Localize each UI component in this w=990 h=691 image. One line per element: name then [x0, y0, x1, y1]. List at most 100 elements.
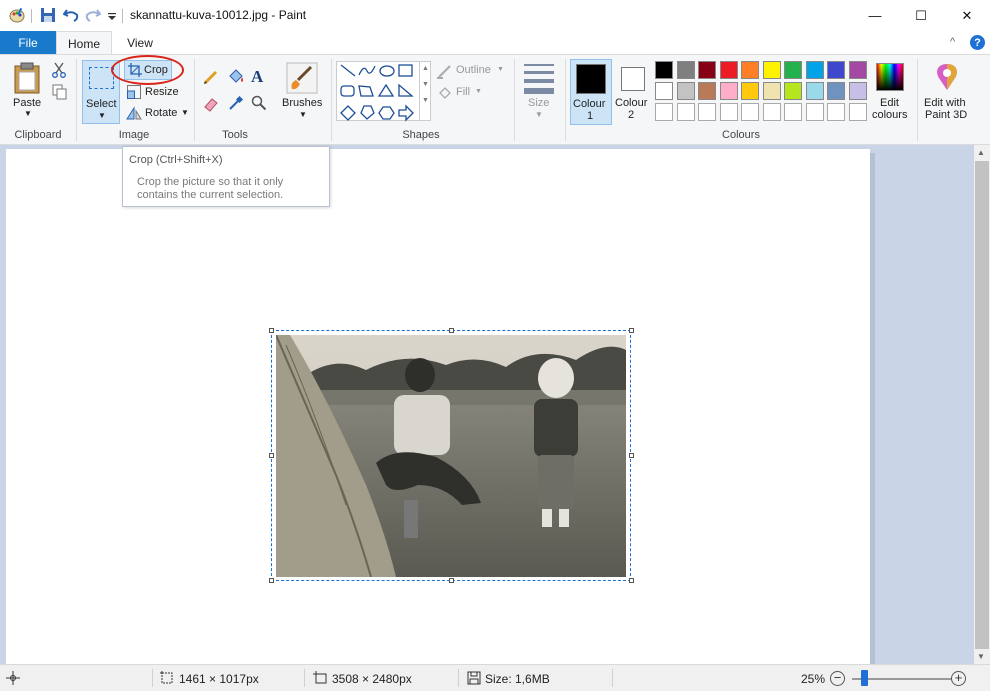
- selection-handle[interactable]: [629, 453, 634, 458]
- cursor-position-icon: [6, 671, 20, 685]
- colour-swatch[interactable]: [805, 61, 824, 79]
- selection-rectangle[interactable]: [271, 330, 631, 581]
- collapse-ribbon-icon[interactable]: ^: [950, 36, 955, 48]
- shapes-scroll[interactable]: ▲ ▼ ▼: [419, 61, 431, 121]
- colour2-button[interactable]: Colour 2: [613, 59, 653, 125]
- colour1-button[interactable]: Colour 1: [570, 59, 612, 125]
- tab-home[interactable]: Home: [56, 31, 112, 55]
- colour-swatch[interactable]: [827, 61, 845, 79]
- save-icon[interactable]: [40, 7, 56, 23]
- selection-handle[interactable]: [449, 578, 454, 583]
- colour-swatch[interactable]: [741, 61, 759, 79]
- colour-swatch[interactable]: [827, 82, 845, 100]
- divider: [612, 669, 613, 687]
- fill-bucket-icon[interactable]: [227, 68, 245, 86]
- selection-handle[interactable]: [269, 453, 274, 458]
- edit-colours-label-2: colours: [872, 109, 908, 121]
- brushes-button[interactable]: Brushes ▼: [278, 60, 328, 122]
- colour-swatch[interactable]: [762, 61, 781, 79]
- colour-swatch[interactable]: [805, 82, 824, 100]
- custom-colour-slot[interactable]: [762, 103, 781, 121]
- colour-swatch[interactable]: [784, 61, 802, 79]
- selection-handle[interactable]: [629, 578, 634, 583]
- text-tool-icon[interactable]: A: [251, 67, 263, 87]
- size-button[interactable]: Size ▼: [520, 60, 558, 124]
- eraser-icon[interactable]: [203, 96, 219, 112]
- pencil-icon[interactable]: [203, 69, 219, 85]
- fill-label[interactable]: Fill: [456, 86, 470, 98]
- cut-icon[interactable]: [52, 62, 68, 78]
- zoom-out-icon[interactable]: −: [830, 671, 845, 686]
- tab-view[interactable]: View: [115, 31, 165, 55]
- selection-handle[interactable]: [269, 578, 274, 583]
- rotate-button[interactable]: Rotate ▼: [126, 105, 190, 123]
- colour-swatch[interactable]: [719, 61, 738, 79]
- paste-label: Paste: [13, 97, 42, 109]
- close-button[interactable]: ✕: [944, 0, 990, 31]
- custom-colour-slot[interactable]: [827, 103, 845, 121]
- fill-icon[interactable]: [437, 85, 453, 101]
- select-label: Select: [86, 98, 117, 110]
- custom-colour-slot[interactable]: [676, 103, 695, 121]
- paint-app-icon[interactable]: [8, 7, 25, 23]
- colour-swatch[interactable]: [655, 82, 673, 100]
- undo-icon[interactable]: [62, 7, 79, 23]
- scroll-down-icon[interactable]: ▼: [977, 652, 985, 661]
- rotate-icon: [126, 106, 142, 120]
- colour-swatch[interactable]: [676, 61, 695, 79]
- custom-colour-slot[interactable]: [698, 103, 716, 121]
- help-icon[interactable]: ?: [970, 35, 985, 50]
- zoom-in-icon[interactable]: +: [951, 671, 966, 686]
- selection-handle[interactable]: [269, 328, 274, 333]
- redo-icon[interactable]: [85, 7, 102, 23]
- divider: [458, 669, 459, 687]
- colour2-swatch: [621, 67, 645, 91]
- minimize-button[interactable]: —: [852, 0, 898, 31]
- resize-icon: [127, 85, 141, 99]
- magnifier-icon[interactable]: [251, 95, 267, 111]
- divider: [194, 59, 195, 141]
- selection-handle[interactable]: [629, 328, 634, 333]
- colour-spectrum-icon: [876, 63, 904, 91]
- colour-swatch[interactable]: [719, 82, 738, 100]
- selection-handle[interactable]: [449, 328, 454, 333]
- maximize-button[interactable]: ☐: [898, 0, 944, 31]
- colour-swatch[interactable]: [848, 61, 867, 79]
- copy-icon[interactable]: [52, 84, 68, 100]
- paste-button[interactable]: Paste ▼: [10, 60, 46, 118]
- image-size-icon: [313, 671, 327, 685]
- outline-label[interactable]: Outline: [456, 64, 491, 76]
- color-picker-icon[interactable]: [228, 95, 244, 111]
- custom-colour-slot[interactable]: [848, 103, 867, 121]
- resize-button[interactable]: Resize: [126, 84, 186, 102]
- paint3d-icon: [937, 64, 957, 90]
- custom-colour-slot[interactable]: [719, 103, 738, 121]
- divider: [152, 669, 153, 687]
- custom-colour-slot[interactable]: [805, 103, 824, 121]
- selection-size-icon: [160, 671, 174, 685]
- edit-with-paint3d-button[interactable]: Edit with Paint 3D: [922, 60, 974, 124]
- divider: [31, 9, 32, 23]
- colour-swatch[interactable]: [848, 82, 867, 100]
- scroll-up-icon[interactable]: ▲: [977, 148, 985, 157]
- colour-swatch[interactable]: [676, 82, 695, 100]
- edit-colours-button[interactable]: Edit colours: [871, 60, 911, 124]
- colour-swatch[interactable]: [655, 61, 673, 79]
- scrollbar-thumb[interactable]: [975, 161, 989, 649]
- outline-icon[interactable]: [437, 63, 453, 79]
- shapes-gallery[interactable]: [336, 61, 431, 122]
- tab-file[interactable]: File: [0, 31, 56, 55]
- group-label-shapes: Shapes: [402, 129, 440, 141]
- zoom-slider-thumb[interactable]: [861, 670, 868, 686]
- custom-colour-slot[interactable]: [741, 103, 759, 121]
- colour-swatch[interactable]: [762, 82, 781, 100]
- colour-swatch[interactable]: [741, 82, 759, 100]
- colour-swatch[interactable]: [784, 82, 802, 100]
- group-label-tools: Tools: [222, 129, 248, 141]
- customize-toolbar-icon[interactable]: [107, 7, 123, 23]
- divider: [76, 59, 77, 141]
- colour-swatch[interactable]: [698, 61, 716, 79]
- custom-colour-slot[interactable]: [655, 103, 673, 121]
- colour-swatch[interactable]: [698, 82, 716, 100]
- custom-colour-slot[interactable]: [784, 103, 802, 121]
